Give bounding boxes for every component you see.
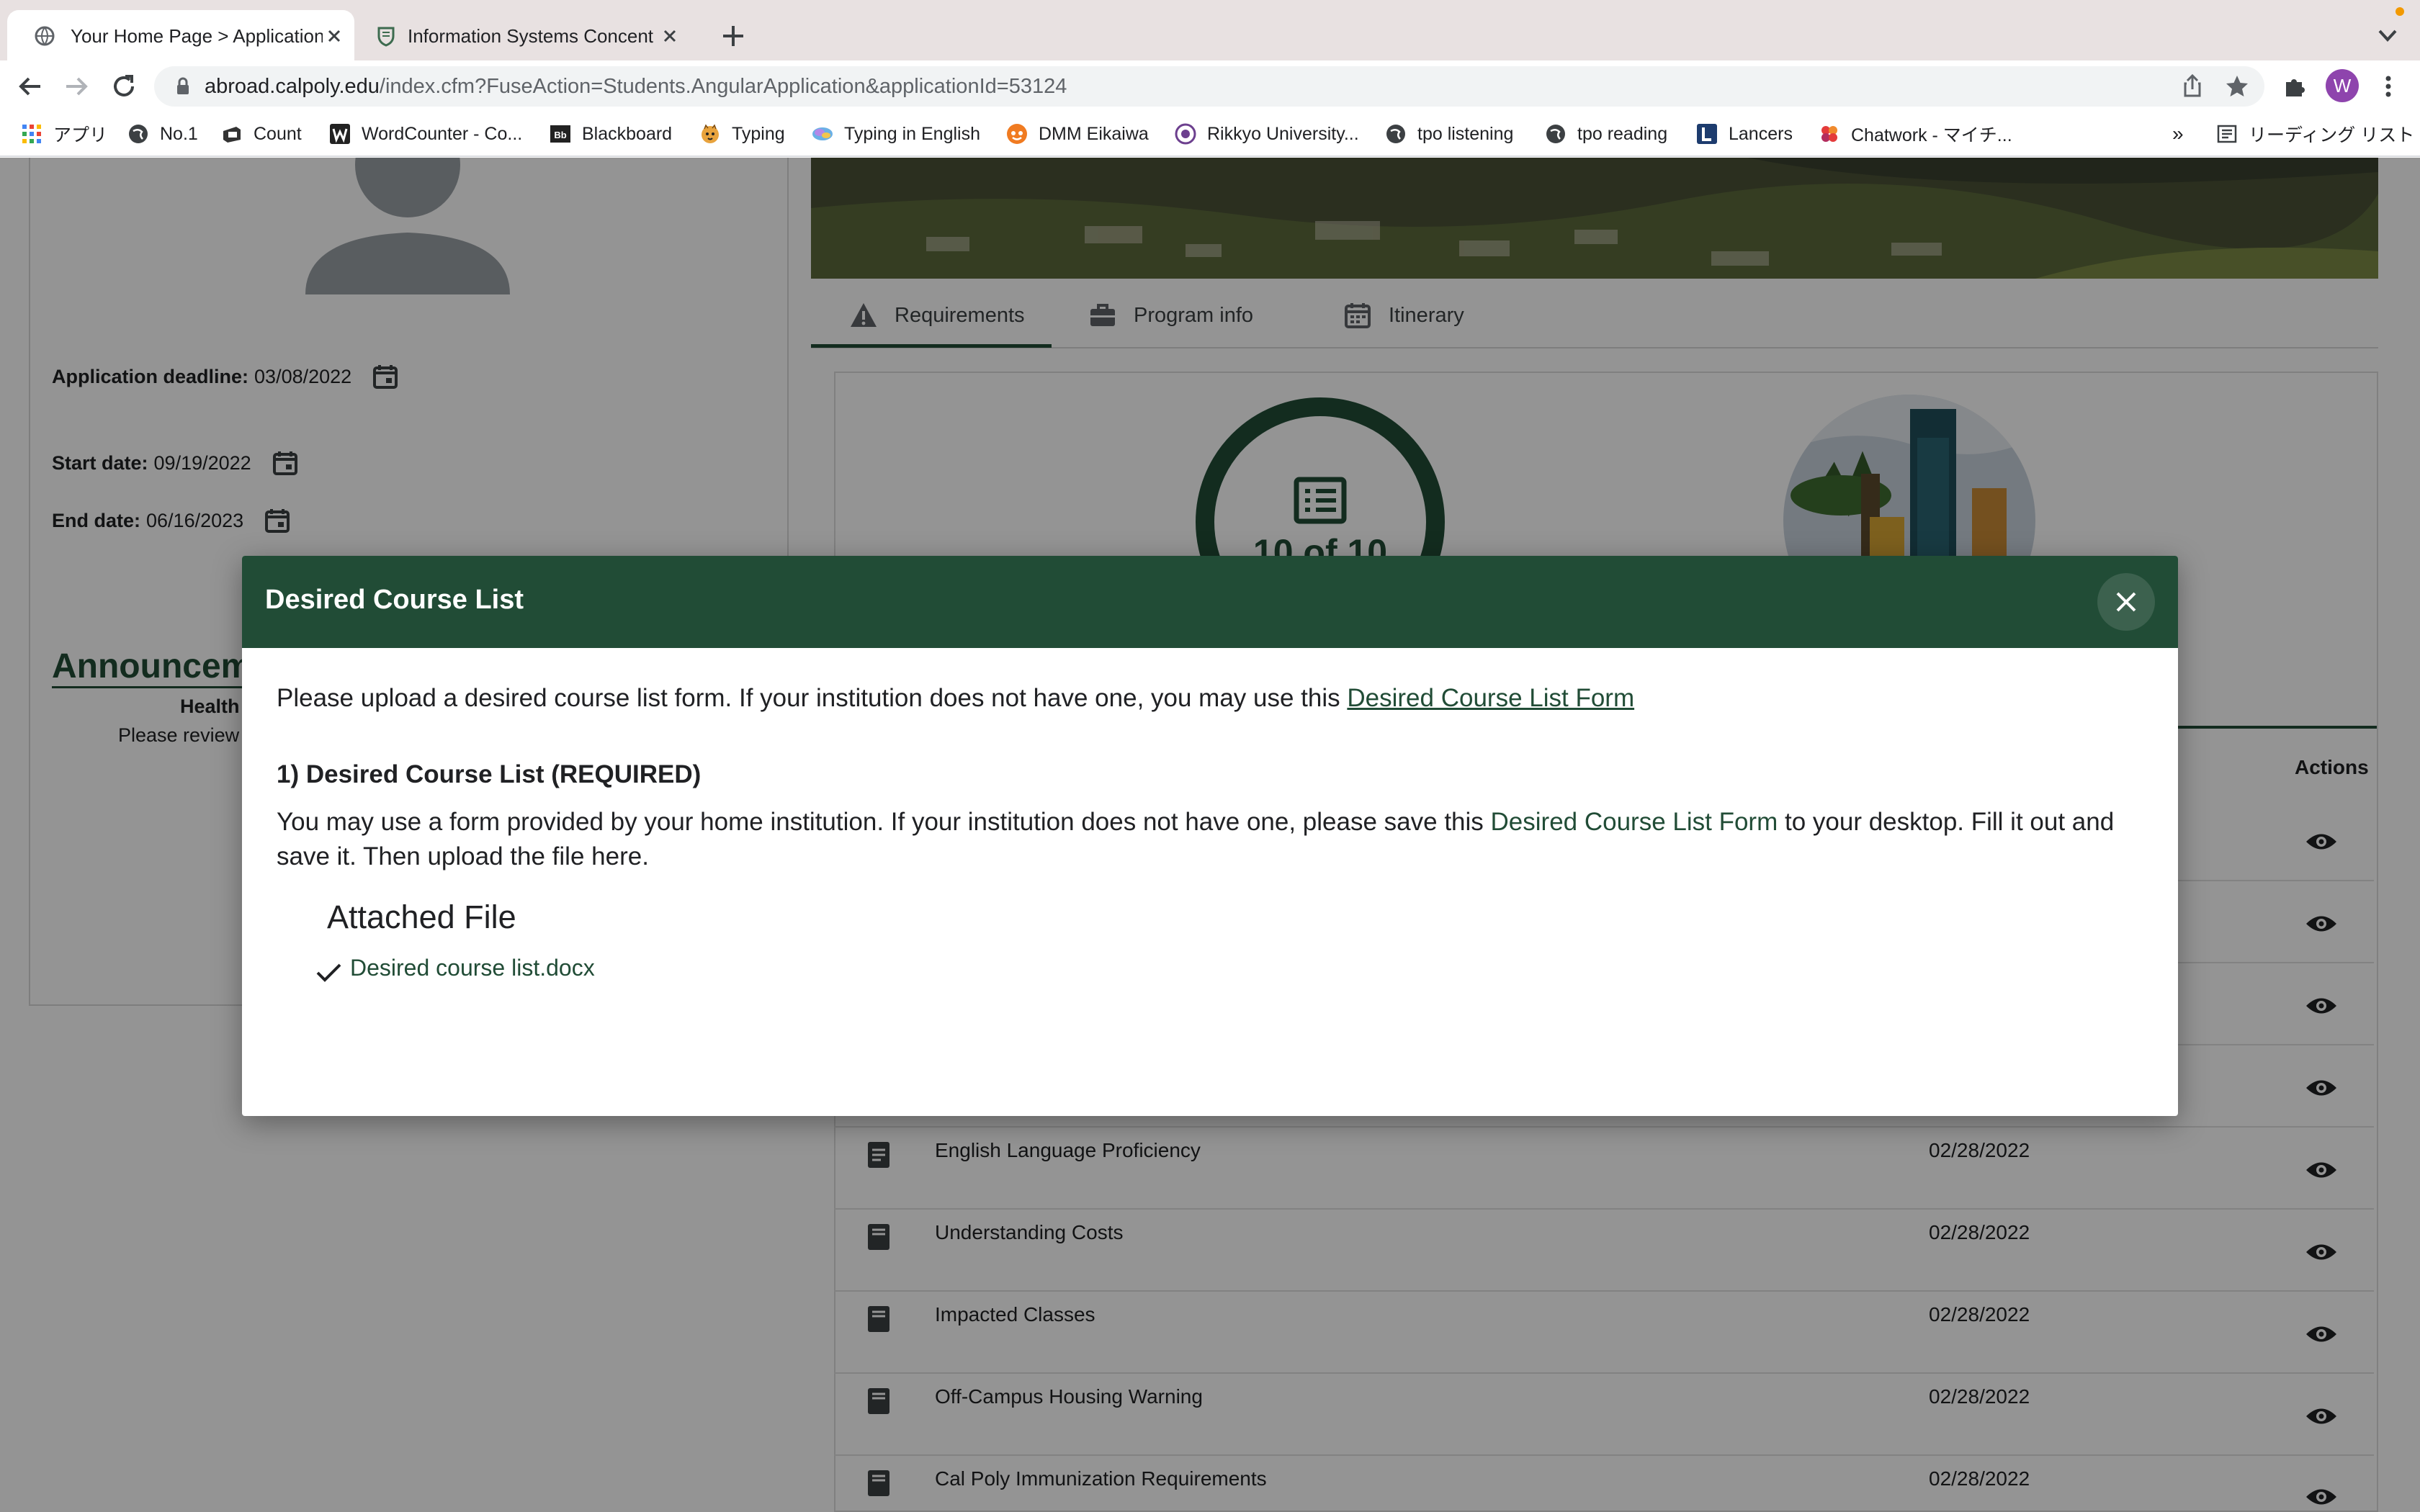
bookmark-label: Chatwork - マイチ... <box>1851 125 2012 145</box>
notification-dot <box>2396 7 2404 16</box>
tab-strip: Your Home Page > Applications Informatio… <box>0 0 2420 60</box>
reload-icon[interactable] <box>109 72 138 101</box>
bookmark-label: tpo listening <box>1417 123 1514 144</box>
reading-list-label: リーディング リスト <box>2249 125 2415 145</box>
desired-course-list-form-link[interactable]: Desired Course List Form <box>1347 684 1634 712</box>
bookmark-star-icon[interactable] <box>2223 72 2251 101</box>
wordcounter-w-icon <box>330 124 350 144</box>
dialog-header: Desired Course List <box>242 556 2178 648</box>
close-tab-icon[interactable] <box>323 24 346 48</box>
bookmark-chatwork[interactable]: Chatwork - マイチ... <box>1818 121 2012 147</box>
bookmark-tpo-listening[interactable]: tpo listening <box>1384 121 1513 147</box>
profile-avatar[interactable]: W <box>2326 69 2359 102</box>
bookmarks-overflow-button[interactable]: » <box>2172 121 2184 147</box>
lock-icon[interactable] <box>173 76 193 96</box>
bookmark-blackboard[interactable]: Bb Blackboard <box>549 121 672 147</box>
tab-title: Information Systems Concentration <box>408 25 654 47</box>
bookmark-no1[interactable]: No.1 <box>127 121 198 147</box>
bookmark-label: tpo reading <box>1577 123 1668 144</box>
url-path: /index.cfm?FuseAction=Students.AngularAp… <box>379 75 1067 98</box>
bookmark-label: Lancers <box>1729 123 1793 144</box>
apps-grid-icon <box>22 125 41 143</box>
attached-file-link[interactable]: Desired course list.docx <box>350 955 595 981</box>
dmm-fox-icon <box>1007 124 1027 144</box>
reading-list-icon <box>2217 125 2237 143</box>
blackboard-bb-icon: Bb <box>550 125 570 143</box>
more-vertical-icon[interactable] <box>2374 72 2403 101</box>
bookmark-label: Typing in English <box>844 123 981 144</box>
browser-tab-information-systems[interactable]: Information Systems Concentration <box>353 10 699 60</box>
bookmark-apps[interactable]: アプリ <box>20 121 107 147</box>
bookmark-count[interactable]: Count <box>220 121 302 147</box>
colorful-blob-icon <box>812 127 833 140</box>
forward-arrow-icon[interactable] <box>62 72 91 101</box>
bookmark-label: DMM Eikaiwa <box>1039 123 1149 144</box>
requirement-description: You may use a form provided by your home… <box>277 805 2149 874</box>
requirement-desc-text: You may use a form provided by your home… <box>277 808 1491 836</box>
globe-icon <box>1546 125 1565 143</box>
bookmark-rikkyo[interactable]: Rikkyo University... <box>1174 121 1359 147</box>
browser-tab-home[interactable]: Your Home Page > Applications <box>7 10 354 60</box>
close-dialog-button[interactable] <box>2097 573 2155 631</box>
extensions-puzzle-icon[interactable] <box>2280 72 2309 101</box>
desired-course-list-form-link-2[interactable]: Desired Course List Form <box>1491 808 1778 836</box>
checkmark-icon <box>316 963 341 982</box>
close-icon <box>2116 592 2136 612</box>
close-tab-icon[interactable] <box>658 24 681 48</box>
bookmark-label: アプリ <box>53 125 108 145</box>
bookmark-wordcounter[interactable]: WordCounter - Co... <box>328 121 522 147</box>
url-text[interactable]: abroad.calpoly.edu/index.cfm?FuseAction=… <box>205 73 1067 99</box>
bookmark-label: Count <box>254 123 302 144</box>
new-tab-plus-icon[interactable] <box>719 22 748 50</box>
shield-icon <box>377 27 395 47</box>
dialog-intro: Please upload a desired course list form… <box>277 684 1634 713</box>
rikkyo-crest-icon <box>1175 123 1196 145</box>
bookmark-label: Blackboard <box>582 123 673 144</box>
attached-file-heading: Attached File <box>327 899 516 935</box>
bookmark-tpo-reading[interactable]: tpo reading <box>1544 121 1667 147</box>
chatwork-flower-icon <box>1821 126 1837 142</box>
bookmark-label: No.1 <box>160 123 198 144</box>
lancers-l-icon <box>1697 124 1717 144</box>
globe-icon <box>129 125 148 143</box>
url-host: abroad.calpoly.edu <box>205 75 380 98</box>
globe-icon <box>1386 125 1405 143</box>
bookmark-dmm-eikaiwa[interactable]: DMM Eikaiwa <box>1005 121 1149 147</box>
count-site-icon <box>223 127 241 143</box>
desired-course-list-dialog: Desired Course List Please upload a desi… <box>242 556 2178 1116</box>
globe-icon <box>35 26 55 46</box>
bookmark-label: WordCounter - Co... <box>362 123 523 144</box>
bookmark-typing[interactable]: Typing <box>699 121 785 147</box>
dialog-title: Desired Course List <box>265 585 524 615</box>
tab-title: Your Home Page > Applications <box>71 25 323 47</box>
chevron-down-icon[interactable] <box>2375 23 2400 48</box>
bookmark-typing-english[interactable]: Typing in English <box>811 121 980 147</box>
svg-text:Bb: Bb <box>554 130 566 140</box>
tiger-icon <box>702 124 719 143</box>
bookmark-lancers[interactable]: Lancers <box>1695 121 1793 147</box>
share-icon[interactable] <box>2178 72 2207 101</box>
bookmark-label: Rikkyo University... <box>1207 123 1359 144</box>
reading-list-button[interactable]: リーディング リスト <box>2215 121 2414 147</box>
requirement-title: 1) Desired Course List (REQUIRED) <box>277 760 702 788</box>
intro-text: Please upload a desired course list form… <box>277 684 1348 712</box>
bookmark-label: Typing <box>732 123 785 144</box>
back-arrow-icon[interactable] <box>16 72 45 101</box>
